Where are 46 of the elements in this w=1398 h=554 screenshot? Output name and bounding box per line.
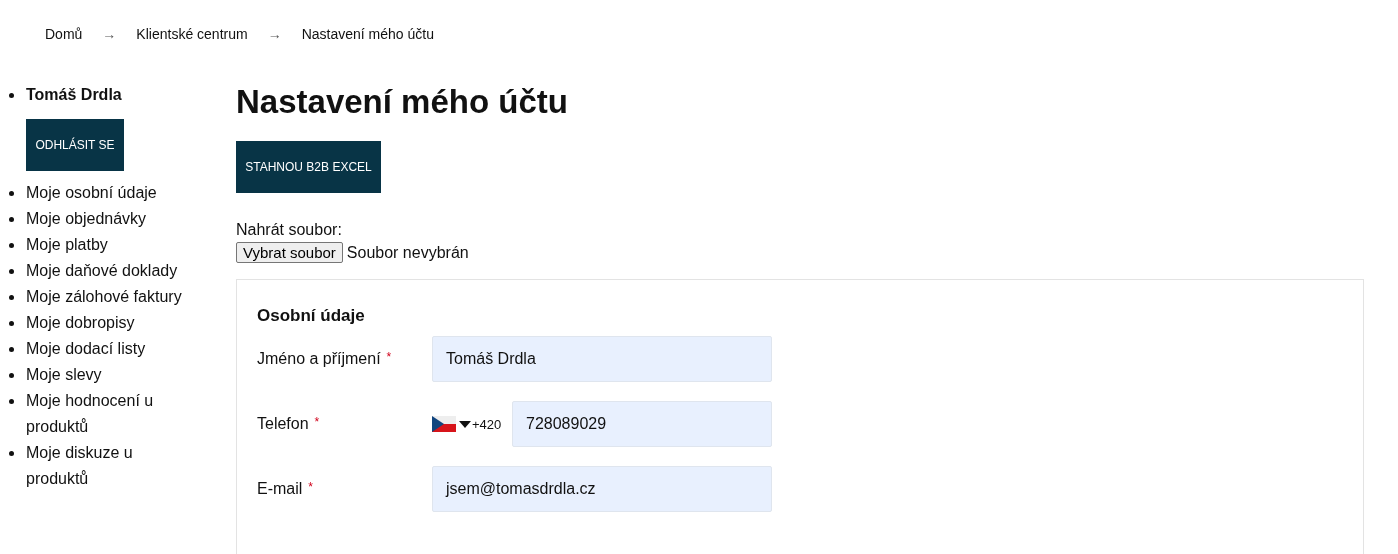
page-title: Nastavení mého účtu	[236, 82, 569, 122]
sidebar-link[interactable]: Moje dobropisy	[26, 310, 135, 336]
sidebar-link[interactable]: Moje dodací listy	[26, 336, 146, 362]
sidebar-link[interactable]: Moje osobní údaje	[26, 180, 157, 206]
field-label: E-mail	[257, 480, 303, 497]
country-code-select[interactable]: +420	[432, 416, 512, 432]
breadcrumb-link[interactable]: Klientské centrum	[136, 26, 248, 42]
bullet-icon	[9, 373, 14, 378]
section-title: Osobní údaje	[257, 306, 366, 326]
sidebar-link[interactable]: Moje objednávky	[26, 206, 147, 232]
bullet-icon	[9, 347, 14, 352]
breadcrumb-link[interactable]: Domů	[45, 26, 83, 42]
required-mark: *	[308, 480, 313, 494]
file-status: Soubor nevybrán	[346, 243, 469, 262]
bullet-icon	[9, 217, 14, 222]
required-mark: *	[314, 415, 320, 429]
bullet-icon	[9, 269, 14, 274]
sidebar-link[interactable]: Moje slevy	[26, 362, 102, 388]
required-mark: *	[386, 350, 392, 364]
logout-button[interactable]: ODHLÁSIT SE	[26, 119, 124, 171]
sidebar-link[interactable]: Moje hodnocení u produktů	[26, 388, 196, 440]
bullet-icon	[9, 321, 14, 326]
upload-label: Nahrát soubor:	[236, 220, 343, 240]
flag-icon	[432, 416, 456, 432]
caret-icon	[459, 420, 471, 428]
bullet-icon	[9, 399, 14, 404]
breadcrumb-link[interactable]: Nastavení mého účtu	[301, 26, 434, 42]
bullet-icon	[9, 295, 14, 300]
bullet-icon	[9, 451, 14, 456]
sidebar-link[interactable]: Moje zálohové faktury	[26, 284, 182, 310]
field-label: Jméno a příjmení	[257, 350, 381, 367]
field-label: Telefon	[257, 415, 309, 432]
bullet-icon	[9, 191, 14, 196]
user-name: Tomáš Drdla	[26, 85, 122, 105]
bullet-icon	[9, 93, 14, 98]
sidebar-link[interactable]: Moje diskuze u produktů	[26, 440, 196, 492]
breadcrumb-separator: →	[102, 26, 117, 42]
sidebar-link[interactable]: Moje daňové doklady	[26, 258, 178, 284]
download-button[interactable]: STAHNOU B2B EXCEL	[236, 141, 381, 193]
phone-field[interactable]: 728089029	[512, 401, 772, 447]
sidebar-link[interactable]: Moje platby	[26, 232, 108, 258]
bullet-icon	[9, 243, 14, 248]
breadcrumb-separator: →	[267, 26, 282, 42]
input-field[interactable]: Tomáš Drdla	[432, 336, 772, 382]
choose-file-button[interactable]: Vybrat soubor	[236, 242, 343, 263]
input-field[interactable]: jsem@tomasdrdla.cz	[432, 466, 772, 512]
